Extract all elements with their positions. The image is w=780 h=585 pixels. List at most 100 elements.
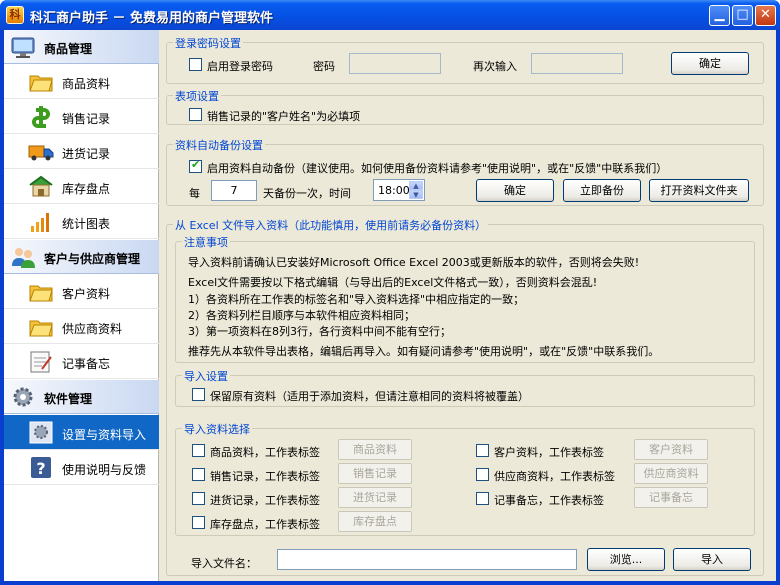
client-area: 商品管理 商品资料 销售记录 进货记录 库存盘点 统计图表 客户与供应商管理 客… (4, 30, 776, 581)
sidebar-section-label: 客户与供应商管理 (44, 252, 141, 266)
sidebar-item-label: 进货记录 (62, 147, 111, 161)
import-inventory-checkbox[interactable] (192, 516, 205, 529)
import-suppliers-label: 供应商资料，工作表标签 (494, 470, 615, 483)
title-bar[interactable]: 科 科汇商户助手 － 免费易用的商户管理软件 ▁ □ ✕ (0, 0, 780, 30)
import-selection-group: 导入资料选择 商品资料，工作表标签 商品资料 销售记录，工作表标签 销售记录 进… (175, 421, 755, 536)
warehouse-icon (29, 175, 53, 197)
notepad-icon (30, 351, 52, 373)
folder-icon (29, 285, 53, 302)
goods-sheet-field[interactable]: 商品资料 (338, 439, 412, 460)
confirm-password-field[interactable] (531, 53, 623, 74)
import-suppliers-checkbox[interactable] (476, 468, 489, 481)
import-settings-group: 导入设置 保留原有资料（适用于添加资料，但请注意相同的资料将被覆盖） (175, 368, 755, 407)
sidebar-item-suppliers[interactable]: 供应商资料 (4, 309, 159, 344)
folder-icon (29, 75, 53, 92)
days-suffix-label: 天备份一次，时间 (263, 187, 351, 200)
enable-backup-checkbox[interactable] (189, 158, 202, 173)
keep-existing-checkbox[interactable] (192, 388, 205, 401)
notes-line: 1）各资料所在工作表的标签名和"导入资料选择"中相应指定的一致； (188, 293, 525, 306)
login-ok-button[interactable]: 确定 (671, 52, 749, 75)
password-field[interactable] (349, 53, 441, 74)
sidebar-section-label: 商品管理 (44, 42, 93, 56)
minimize-button[interactable]: ▁ (709, 5, 730, 26)
import-file-input[interactable] (277, 549, 577, 570)
sidebar-item-customers[interactable]: 客户资料 (4, 274, 159, 309)
login-group-title: 登录密码设置 (173, 35, 243, 51)
inventory-sheet-field[interactable]: 库存盘点 (338, 511, 412, 532)
import-goods-checkbox[interactable] (192, 444, 205, 457)
login-group: 登录密码设置 启用登录密码 密码 再次输入 确定 (166, 35, 764, 84)
maximize-button[interactable]: □ (732, 5, 753, 26)
sidebar-item-label: 供应商资料 (62, 322, 123, 336)
purchases-sheet-field[interactable]: 进货记录 (338, 487, 412, 508)
import-purchases-label: 进货记录，工作表标签 (210, 494, 320, 507)
sidebar-item-label: 客户资料 (62, 287, 111, 301)
import-notes-checkbox[interactable] (476, 492, 489, 505)
sidebar-item-inventory[interactable]: 库存盘点 (4, 169, 159, 204)
customers-sheet-field[interactable]: 客户资料 (634, 439, 708, 460)
sidebar-item-help-feedback[interactable]: ? 使用说明与反馈 (4, 450, 159, 485)
import-notes-group: 注意事项 导入资料前请确认已安装好Microsoft Office Excel … (175, 234, 755, 363)
import-customers-checkbox[interactable] (476, 444, 489, 457)
sidebar-section-label: 软件管理 (44, 392, 93, 406)
every-label: 每 (189, 187, 200, 200)
notes-line: 导入资料前请确认已安装好Microsoft Office Excel 2003或… (188, 256, 640, 269)
backup-days-input[interactable]: 7 (211, 180, 257, 201)
backup-time-picker[interactable]: 18:00 ▲ ▼ (373, 179, 425, 201)
sidebar-item-label: 销售记录 (62, 112, 111, 126)
notes-line: 2）各资料列栏目顺序与本软件相应资料相同； (188, 309, 415, 322)
truck-icon (28, 145, 54, 161)
notes-line: 推荐先从本软件导出表格，编辑后再导入。如有疑问请参考"使用说明"，或在"反馈"中… (188, 345, 660, 358)
enable-login-checkbox[interactable] (189, 58, 202, 71)
form-settings-title: 表项设置 (173, 88, 221, 104)
money-icon (32, 106, 50, 128)
backup-ok-button[interactable]: 确定 (476, 179, 554, 202)
require-customer-label: 销售记录的"客户姓名"为必填项 (207, 110, 361, 123)
time-down-arrow-icon[interactable]: ▼ (409, 190, 423, 199)
sidebar-section-customers-suppliers[interactable]: 客户与供应商管理 (4, 240, 159, 274)
sidebar-item-label: 设置与资料导入 (62, 428, 147, 442)
sidebar-item-purchases[interactable]: 进货记录 (4, 134, 159, 169)
import-purchases-checkbox[interactable] (192, 492, 205, 505)
gear-icon (13, 387, 33, 407)
sidebar-section-software[interactable]: 软件管理 (4, 380, 159, 414)
backup-group-title: 资料自动备份设置 (173, 137, 265, 153)
sidebar-item-label: 统计图表 (62, 217, 111, 231)
import-customers-label: 客户资料，工作表标签 (494, 446, 604, 459)
sidebar-item-sales[interactable]: 销售记录 (4, 99, 159, 134)
people-icon (12, 248, 35, 268)
import-sales-checkbox[interactable] (192, 468, 205, 481)
app-window: 科 科汇商户助手 － 免费易用的商户管理软件 ▁ □ ✕ 商品管理 商品资料 销… (0, 0, 780, 585)
require-customer-checkbox[interactable] (189, 108, 202, 121)
sales-sheet-field[interactable]: 销售记录 (338, 463, 412, 484)
sidebar-item-notes[interactable]: 记事备忘 (4, 344, 159, 379)
sidebar-section-goods[interactable]: 商品管理 (4, 30, 159, 64)
import-file-label: 导入文件名： (191, 557, 257, 570)
excel-import-title: 从 Excel 文件导入资料（此功能慎用，使用前请务必备份资料） (173, 217, 489, 233)
open-folder-button[interactable]: 打开资料文件夹 (649, 179, 749, 202)
notes-line: 3）第一项资料在8列3行，各行资料中间不能有空行； (188, 325, 451, 338)
sidebar-item-settings-import[interactable]: 设置与资料导入 (4, 415, 159, 450)
excel-import-group: 从 Excel 文件导入资料（此功能慎用，使用前请务必备份资料） 注意事项 导入… (166, 217, 764, 576)
import-button[interactable]: 导入 (673, 548, 751, 571)
notes-sheet-field[interactable]: 记事备忘 (634, 487, 708, 508)
suppliers-sheet-field[interactable]: 供应商资料 (634, 463, 708, 484)
keep-existing-label: 保留原有资料（适用于添加资料，但请注意相同的资料将被覆盖） (210, 390, 529, 403)
import-settings-title: 导入设置 (182, 368, 230, 384)
import-notes-label: 记事备忘，工作表标签 (494, 494, 604, 507)
sidebar-item-goods-info[interactable]: 商品资料 (4, 64, 159, 99)
backup-now-button[interactable]: 立即备份 (563, 179, 641, 202)
time-up-arrow-icon[interactable]: ▲ (409, 181, 423, 190)
sidebar-item-charts[interactable]: 统计图表 (4, 204, 159, 239)
close-button[interactable]: ✕ (755, 5, 776, 26)
backup-group: 资料自动备份设置 启用资料自动备份（建议使用。如何使用备份资料请参考"使用说明"… (166, 137, 764, 206)
sidebar-item-label: 商品资料 (62, 77, 111, 91)
form-settings-group: 表项设置 销售记录的"客户姓名"为必填项 (166, 88, 764, 125)
enable-backup-label: 启用资料自动备份（建议使用。如何使用备份资料请参考"使用说明"，或在"反馈"中联… (207, 162, 668, 175)
backup-time-value: 18:00 (378, 184, 410, 197)
monitor-icon (11, 37, 35, 58)
browse-button[interactable]: 浏览... (587, 548, 665, 571)
help-icon: ? (31, 457, 51, 478)
notes-title: 注意事项 (182, 234, 230, 250)
password-label: 密码 (313, 60, 335, 73)
